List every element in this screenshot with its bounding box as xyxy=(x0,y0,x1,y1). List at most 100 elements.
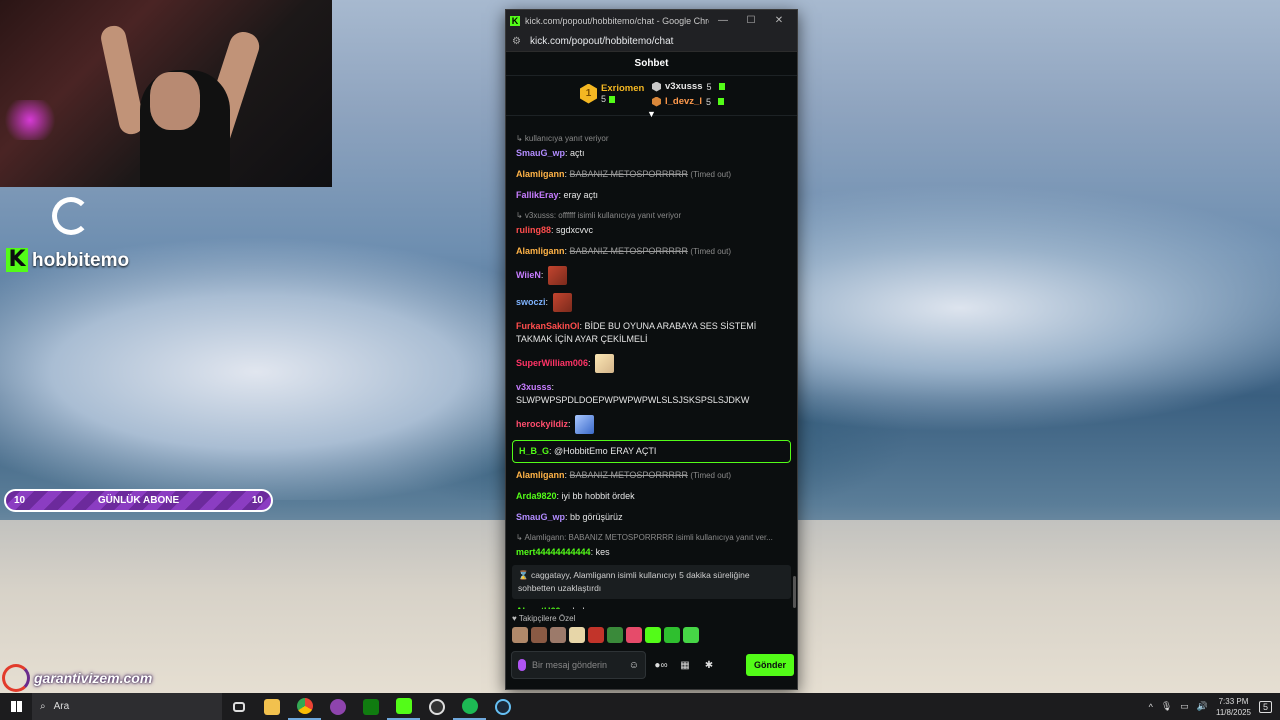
leaderboard-third-count: 5 xyxy=(705,96,711,107)
deleted-message-text: BABANIZ METOSPORRRRR xyxy=(569,169,688,179)
message-text: açtı xyxy=(570,148,585,158)
chat-username[interactable]: FallikEray xyxy=(516,190,559,200)
chat-username[interactable]: v3xusss xyxy=(516,382,552,392)
network-icon[interactable]: ▭ xyxy=(1180,701,1189,712)
close-button[interactable]: ✕ xyxy=(765,15,793,26)
chat-emote[interactable] xyxy=(552,293,572,312)
chrome-icon[interactable] xyxy=(288,693,321,720)
chat-emote[interactable] xyxy=(575,415,595,434)
obs-icon[interactable] xyxy=(420,693,453,720)
chrome-profile-icon[interactable] xyxy=(321,693,354,720)
chat-message[interactable]: FallikEray: eray açtı xyxy=(516,185,787,206)
kick-app-icon[interactable] xyxy=(387,693,420,720)
chat-message[interactable]: Alamligann: BABANIZ METOSPORRRRR (Timed … xyxy=(516,164,787,185)
notification-badge[interactable]: 5 xyxy=(1258,700,1272,713)
emoji-icon[interactable]: ☺ xyxy=(629,660,639,671)
chat-username[interactable]: AhmetH60 xyxy=(516,606,561,609)
store-icon[interactable]: ▦ xyxy=(676,660,694,671)
site-info-icon[interactable]: ⚙ xyxy=(512,36,524,47)
chat-username[interactable]: swoczi xyxy=(516,297,546,307)
reply-context[interactable]: ↳ v3xusss: offffff isimli kullanıcıya ya… xyxy=(516,206,787,220)
emote-row xyxy=(512,627,791,643)
chat-message[interactable]: Arda9820: iyi bb hobbit ördek xyxy=(516,486,787,507)
chat-message[interactable]: SuperWilliam006: xyxy=(516,350,787,377)
timed-out-label: (Timed out) xyxy=(690,471,732,480)
emote-button[interactable] xyxy=(607,627,623,643)
address-bar[interactable]: ⚙ kick.com/popout/hobbitemo/chat xyxy=(506,31,797,52)
chat-username[interactable]: Arda9820 xyxy=(516,491,557,501)
emote-button[interactable] xyxy=(531,627,547,643)
chat-username[interactable]: SuperWilliam006 xyxy=(516,358,588,368)
minimize-button[interactable]: — xyxy=(709,15,737,26)
emote-button[interactable] xyxy=(626,627,642,643)
chat-message[interactable]: AhmetH60: x baksana xyxy=(516,601,787,609)
send-button[interactable]: Gönder xyxy=(745,654,794,676)
collapse-icon[interactable]: ▼ xyxy=(647,109,656,119)
tray-overflow-icon[interactable]: ^ xyxy=(1149,702,1153,712)
chat-username[interactable]: Alamligann xyxy=(516,470,565,480)
chat-message[interactable]: SmauG_wp: açtı xyxy=(516,143,787,164)
chat-message[interactable]: Alamligann: BABANIZ METOSPORRRRR (Timed … xyxy=(516,465,787,486)
leaderboard-second-name: v3xusss xyxy=(665,81,703,92)
chat-message[interactable]: Alamligann: BABANIZ METOSPORRRRR (Timed … xyxy=(516,241,787,262)
file-explorer-icon[interactable] xyxy=(255,693,288,720)
chat-username[interactable]: SmauG_wp xyxy=(516,148,565,158)
chat-username[interactable]: SmauG_wp xyxy=(516,512,565,522)
emote-button[interactable] xyxy=(588,627,604,643)
chat-message[interactable]: SmauG_wp: bb görüşürüz xyxy=(516,507,787,528)
steam-icon[interactable] xyxy=(486,693,519,720)
chat-message[interactable]: WiieN: xyxy=(516,262,787,289)
spotify-icon[interactable] xyxy=(453,693,486,720)
taskbar-search[interactable]: ⌕ Ara xyxy=(32,693,222,720)
windows-taskbar: ⌕ Ara ^ 🎙 ▭ 🔊 7:33 PM 11/8/2025 5 xyxy=(0,693,1280,720)
xbox-icon[interactable] xyxy=(354,693,387,720)
message-text: sgdxcvvc xyxy=(556,225,594,235)
sub-goal-bar: 10 GÜNLÜK ABONE 10 xyxy=(4,489,273,512)
goal-left-count: 10 xyxy=(14,495,26,506)
chat-message[interactable]: herockyildiz: xyxy=(516,411,787,438)
chat-message[interactable]: ruling88: sgdxcvvc xyxy=(516,220,787,241)
chat-username[interactable]: mert44444444444 xyxy=(516,547,591,557)
emote-button[interactable] xyxy=(550,627,566,643)
emote-button[interactable] xyxy=(569,627,585,643)
settings-gear-icon[interactable]: ✱ xyxy=(700,660,718,671)
chat-username[interactable]: Alamligann xyxy=(516,246,565,256)
chat-scrollbar[interactable] xyxy=(793,576,796,608)
chat-username[interactable]: ruling88 xyxy=(516,225,551,235)
chat-message[interactable]: H_B_G: @HobbitEmo ERAY AÇTI xyxy=(512,440,791,463)
leaderboard-third-name: l_devz_l xyxy=(665,96,702,107)
chat-username[interactable]: FurkanSakinOl xyxy=(516,321,580,331)
reply-context[interactable]: ↳ kullanıcıya yanıt veriyor xyxy=(516,129,787,143)
chat-emote[interactable] xyxy=(547,266,567,285)
volume-icon[interactable]: 🔊 xyxy=(1197,701,1208,712)
mic-icon[interactable] xyxy=(518,659,526,671)
chat-username[interactable]: herockyildiz xyxy=(516,419,568,429)
leaderboard-third[interactable]: l_devz_l 5 xyxy=(652,96,724,107)
chat-emote[interactable] xyxy=(594,354,614,373)
kick-points-icon[interactable]: ●∞ xyxy=(652,660,670,671)
timed-out-label: (Timed out) xyxy=(690,247,732,256)
reply-context[interactable]: ↳ Alamligann: BABANIZ METOSPORRRRR isiml… xyxy=(516,528,787,542)
chat-username[interactable]: H_B_G xyxy=(519,446,549,456)
chat-input[interactable]: Bir mesaj gönderin ☺ xyxy=(511,651,646,679)
chat-message[interactable]: v3xusss: SLWPWPSPDLDOEPWPWPWPWLSLSJSKSPS… xyxy=(516,377,787,411)
chat-message[interactable]: FurkanSakinOl: BİDE BU OYUNA ARABAYA SES… xyxy=(516,316,787,350)
emote-button[interactable] xyxy=(512,627,528,643)
system-tray: ^ 🎙 ▭ 🔊 7:33 PM 11/8/2025 5 xyxy=(1149,696,1280,718)
chat-input-placeholder: Bir mesaj gönderin xyxy=(532,660,608,670)
emote-button[interactable] xyxy=(683,627,699,643)
emote-button[interactable] xyxy=(645,627,661,643)
mic-tray-icon[interactable]: 🎙 xyxy=(1161,701,1172,712)
chat-message[interactable]: mert44444444444: kes xyxy=(516,542,787,563)
window-titlebar[interactable]: K kick.com/popout/hobbitemo/chat - Googl… xyxy=(506,10,797,31)
chat-username[interactable]: WiieN xyxy=(516,270,541,280)
leaderboard-first[interactable]: 1 Exriomen 5 xyxy=(580,83,644,104)
leaderboard-second[interactable]: v3xusss 5 xyxy=(652,81,725,92)
task-view-icon[interactable] xyxy=(222,693,255,720)
start-button[interactable] xyxy=(0,693,32,720)
chat-message[interactable]: swoczi: xyxy=(516,289,787,316)
taskbar-clock[interactable]: 7:33 PM 11/8/2025 xyxy=(1216,696,1251,718)
chat-username[interactable]: Alamligann xyxy=(516,169,565,179)
emote-button[interactable] xyxy=(664,627,680,643)
maximize-button[interactable]: ☐ xyxy=(737,15,765,26)
